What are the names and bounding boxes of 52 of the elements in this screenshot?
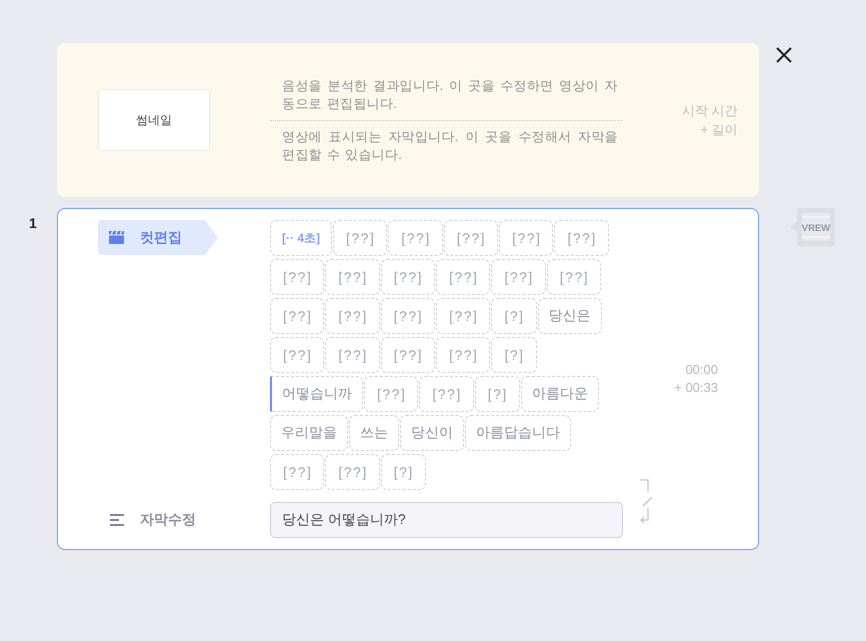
unrecognized-word-chip[interactable]: [??] <box>364 376 418 412</box>
logo-badge: VREW <box>790 208 835 246</box>
unrecognized-word-chip[interactable]: [??] <box>554 220 609 256</box>
unrecognized-word-chip[interactable]: [??] <box>436 337 490 373</box>
unrecognized-word-chip[interactable]: [??] <box>270 298 324 334</box>
unrecognized-word-chip[interactable]: [??] <box>380 298 436 334</box>
word-chip[interactable]: 아름답습니다 <box>465 415 571 451</box>
unrecognized-word-chip[interactable]: [?] <box>380 454 426 490</box>
unrecognized-word-chip[interactable]: [??] <box>325 298 380 334</box>
unrecognized-word-chip[interactable]: [??] <box>325 454 380 490</box>
subtitle-icon <box>110 514 124 526</box>
duration: + 00:33 <box>674 379 718 397</box>
thumbnail-box: 썸네일 <box>98 89 210 151</box>
word-chip[interactable]: 아름다운 <box>520 376 599 412</box>
unrecognized-word-chip[interactable]: [??] <box>333 220 388 256</box>
word-chip[interactable]: 우리말을 <box>270 415 348 451</box>
length-label: + 길이 <box>700 121 738 139</box>
unrecognized-word-chip[interactable]: [??] <box>325 337 380 373</box>
analysis-note: 음성을 분석한 결과입니다. 이 곳을 수정하면 영상이 자동으로 편집됩니다. <box>282 76 618 112</box>
unrecognized-word-chip[interactable]: [??] <box>388 220 443 256</box>
word-chip[interactable]: 어떻습니까 <box>270 376 363 412</box>
clapperboard-icon <box>109 231 124 244</box>
word-chip[interactable]: 당신은 <box>538 298 602 334</box>
unrecognized-word-chip[interactable]: [??] <box>270 337 324 373</box>
unrecognized-word-chip[interactable]: [??] <box>270 259 324 295</box>
word-chip[interactable]: 당신이 <box>400 415 464 451</box>
close-icon <box>776 47 792 63</box>
clip-number: 1 <box>29 215 37 231</box>
start-time: 00:00 <box>685 361 718 379</box>
unrecognized-word-chip[interactable]: [??] <box>380 337 436 373</box>
unrecognized-word-chip[interactable]: [??] <box>325 259 380 295</box>
cut-edit-label: 컷편집 <box>98 220 218 255</box>
unrecognized-word-chip[interactable]: [??] <box>491 259 546 295</box>
unrecognized-word-chip[interactable]: [??] <box>436 298 490 334</box>
unrecognized-word-chip[interactable]: [??] <box>270 454 324 490</box>
close-button[interactable] <box>776 47 792 63</box>
pause-chip[interactable]: [·· 4초] <box>270 220 332 256</box>
split-merge-icon <box>639 479 654 525</box>
unrecognized-word-chip[interactable]: [?] <box>491 337 537 373</box>
unrecognized-word-chip[interactable]: [??] <box>444 220 498 256</box>
word-chip[interactable]: 쓰는 <box>349 415 399 451</box>
unrecognized-word-chip[interactable]: [??] <box>436 259 490 295</box>
unrecognized-word-chip[interactable]: [??] <box>546 259 602 295</box>
subtitle-edit-label: 자막수정 <box>140 511 196 529</box>
unrecognized-word-chip[interactable]: [?] <box>474 376 520 412</box>
start-time-label: 시작 시간 <box>682 102 738 120</box>
unrecognized-word-chip[interactable]: [??] <box>380 259 436 295</box>
unrecognized-word-chip[interactable]: [?] <box>491 298 537 334</box>
unrecognized-word-chip[interactable]: [??] <box>419 376 474 412</box>
unrecognized-word-chip[interactable]: [??] <box>499 220 554 256</box>
subtitle-note: 영상에 표시되는 자막입니다. 이 곳을 수정해서 자막을 편집할 수 있습니다. <box>282 128 618 164</box>
subtitle-input[interactable]: 당신은 어떻습니까? <box>270 502 623 538</box>
